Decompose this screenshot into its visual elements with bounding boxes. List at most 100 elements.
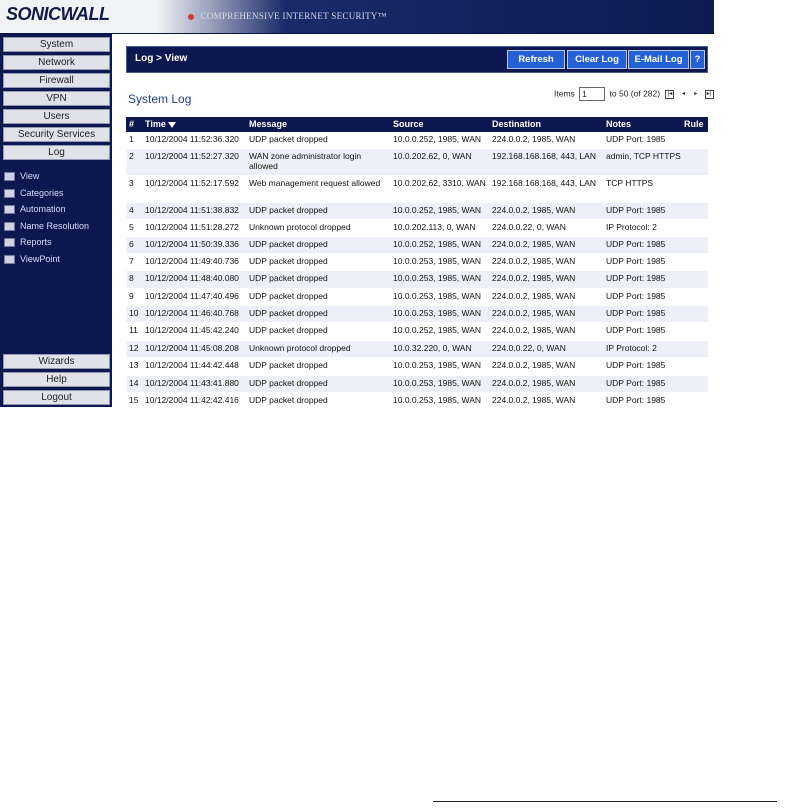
cell-notes: admin, TCP HTTPS: [606, 151, 681, 161]
cell-source: 10.0.0.253, 1985, WAN: [393, 395, 482, 405]
prev-page-icon[interactable]: ◂: [680, 91, 687, 98]
subnav-name-resolution[interactable]: Name Resolution: [4, 221, 89, 235]
cell-source: 10.0.0.253, 1985, WAN: [393, 256, 482, 266]
cell-message: Unknown protocol dropped: [249, 343, 351, 353]
col-rule[interactable]: Rule: [684, 119, 708, 129]
table-header: # Time Message Source Destination Notes …: [126, 117, 708, 132]
refresh-button[interactable]: Refresh: [507, 50, 565, 69]
tagline-text: COMPREHENSIVE INTERNET SECURITY™: [200, 11, 387, 21]
cell-message: UDP packet dropped: [249, 378, 328, 388]
subnav-reports[interactable]: Reports: [4, 237, 52, 251]
cell-notes: UDP Port: 1985: [606, 325, 666, 335]
cell-source: 10.0.0.252, 1985, WAN: [393, 205, 482, 215]
cell-destination: 224.0.0.2, 1985, WAN: [492, 205, 576, 215]
subnav-automation[interactable]: Automation: [4, 204, 66, 218]
cell-num: 13: [129, 360, 139, 370]
nav-logout[interactable]: Logout: [3, 390, 110, 405]
cell-notes: UDP Port: 1985: [606, 360, 666, 370]
items-range: to 50 (of 282): [609, 88, 661, 99]
cell-source: 10.0.0.253, 1985, WAN: [393, 291, 482, 301]
cell-destination: 192.168.168.168, 443, LAN: [492, 151, 596, 161]
top-banner: SONICWALL COMPREHENSIVE INTERNET SECURIT…: [0, 0, 714, 34]
cell-message: UDP packet dropped: [249, 291, 328, 301]
col-destination[interactable]: Destination: [492, 119, 606, 129]
footer-rule: [433, 801, 777, 802]
cell-source: 10.0.0.252, 1985, WAN: [393, 239, 482, 249]
col-num[interactable]: #: [129, 119, 143, 129]
help-button[interactable]: ?: [690, 50, 705, 69]
cell-time: 10/12/2004 11:52:36.320: [145, 134, 239, 144]
items-start-input[interactable]: 1: [579, 87, 606, 101]
table-row: 9 10/12/2004 11:47:40.496 UDP packet dropp…: [126, 289, 708, 306]
cell-destination: 224.0.0.2, 1985, WAN: [492, 395, 576, 405]
nav-help[interactable]: Help: [3, 372, 110, 387]
cell-notes: TCP HTTPS: [606, 178, 654, 188]
cell-message: UDP packet dropped: [249, 308, 328, 318]
cell-notes: UDP Port: 1985: [606, 273, 666, 283]
cell-num: 5: [129, 222, 134, 232]
cell-destination: 224.0.0.2, 1985, WAN: [492, 256, 576, 266]
cell-notes: UDP Port: 1985: [606, 239, 666, 249]
cell-destination: 224.0.0.2, 1985, WAN: [492, 308, 576, 318]
nav-log[interactable]: Log: [3, 145, 110, 160]
subnav-view[interactable]: View: [4, 171, 39, 185]
last-page-icon[interactable]: ▸|: [704, 89, 714, 99]
folder-icon: [4, 255, 15, 265]
cell-message: WAN zone administrator login allowed: [249, 151, 362, 171]
cell-num: 4: [129, 205, 134, 215]
subnav-categories[interactable]: Categories: [4, 188, 64, 202]
table-row: 15 10/12/2004 11:42:42.416 UDP packet drop…: [126, 393, 708, 410]
cell-time: 10/12/2004 11:46:40.768: [145, 308, 239, 318]
table-row: 6 10/12/2004 11:50:39.336 UDP packet dropp…: [126, 237, 708, 254]
cell-source: 10.0.0.253, 1985, WAN: [393, 308, 482, 318]
section-title: System Log: [128, 92, 192, 106]
cell-num: 6: [129, 239, 134, 249]
table-row: 11 10/12/2004 11:45:42.240 UDP packet drop…: [126, 323, 708, 341]
app-window: SONICWALL COMPREHENSIVE INTERNET SECURIT…: [0, 0, 714, 410]
email-log-button[interactable]: E-Mail Log: [628, 50, 689, 69]
cell-source: 10.0.32.220, 0, WAN: [393, 343, 472, 353]
items-label: Items: [554, 88, 575, 99]
cell-notes: UDP Port: 1985: [606, 205, 666, 215]
cell-num: 8: [129, 273, 134, 283]
first-page-icon[interactable]: |◂: [665, 89, 675, 99]
nav-network[interactable]: Network: [3, 55, 110, 70]
next-page-icon[interactable]: ▸: [692, 91, 699, 98]
table-row: 8 10/12/2004 11:48:40.080 UDP packet dropp…: [126, 271, 708, 289]
cell-time: 10/12/2004 11:45:42.240: [145, 325, 239, 335]
nav-firewall[interactable]: Firewall: [3, 73, 110, 88]
cell-destination: 224.0.0.2, 1985, WAN: [492, 134, 576, 144]
cell-source: 10.0.202.62, 3310, WAN: [393, 178, 486, 188]
cell-message: Unknown protocol dropped: [249, 222, 351, 232]
cell-num: 10: [129, 308, 139, 318]
table-row: 10 10/12/2004 11:46:40.768 UDP packet drop…: [126, 306, 708, 323]
tagline-dot-icon: [188, 13, 194, 20]
cell-message: UDP packet dropped: [249, 325, 328, 335]
clear-log-button[interactable]: Clear Log: [567, 50, 627, 69]
folder-icon: [4, 238, 15, 248]
col-message[interactable]: Message: [249, 119, 389, 129]
pager: Items 1 to 50 (of 282) |◂ ◂ ▸ ▸|: [554, 87, 714, 101]
subnav-viewpoint[interactable]: ViewPoint: [4, 254, 60, 268]
cell-num: 3: [129, 178, 134, 188]
cell-notes: UDP Port: 1985: [606, 291, 666, 301]
cell-notes: UDP Port: 1985: [606, 256, 666, 266]
table-row: 12 10/12/2004 11:45:08.208 Unknown protoco…: [126, 341, 708, 358]
log-table: # Time Message Source Destination Notes …: [126, 117, 708, 410]
col-source[interactable]: Source: [393, 119, 491, 129]
cell-destination: 224.0.0.22, 0, WAN: [492, 343, 566, 353]
table-row: 5 10/12/2004 11:51:28.272 Unknown protocol…: [126, 220, 708, 237]
nav-system[interactable]: System: [3, 37, 110, 52]
cell-time: 10/12/2004 11:49:40.736: [145, 256, 239, 266]
nav-wizards[interactable]: Wizards: [3, 354, 110, 369]
table-row: 14 10/12/2004 11:43:41.880 UDP packet drop…: [126, 376, 708, 393]
cell-destination: 224.0.0.22, 0, WAN: [492, 222, 566, 232]
sort-desc-icon: [167, 121, 176, 128]
nav-users[interactable]: Users: [3, 109, 110, 124]
col-time[interactable]: Time: [145, 119, 249, 129]
cell-destination: 224.0.0.2, 1985, WAN: [492, 360, 576, 370]
nav-vpn[interactable]: VPN: [3, 91, 110, 106]
cell-destination: 224.0.0.2, 1985, WAN: [492, 291, 576, 301]
nav-security-services[interactable]: Security Services: [3, 127, 110, 142]
col-notes[interactable]: Notes: [606, 119, 686, 129]
